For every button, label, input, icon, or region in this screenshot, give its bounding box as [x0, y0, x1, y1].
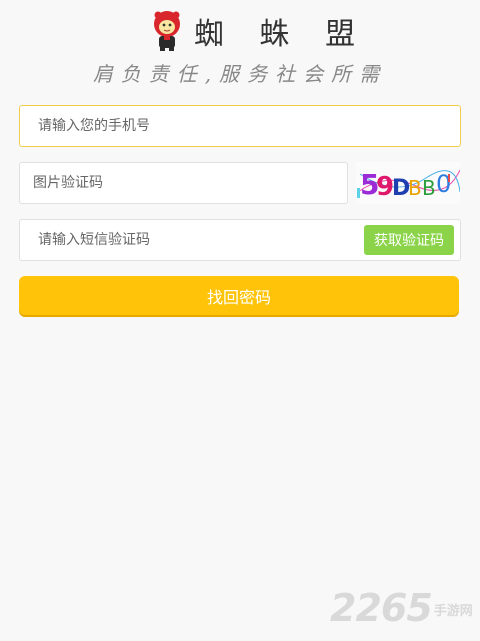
- captcha-graphic: 5 9 D B B 0: [357, 168, 461, 202]
- header: 蜘 蛛 盟 肩负责任,服务社会所需: [0, 0, 480, 100]
- reset-password-button[interactable]: 找回密码: [19, 276, 459, 315]
- sms-code-input[interactable]: [20, 220, 350, 260]
- sms-code-field[interactable]: 获取验证码: [19, 219, 461, 261]
- image-code-field[interactable]: [19, 162, 348, 204]
- watermark-number: 2265: [330, 586, 433, 630]
- watermark: 2265 手游网: [330, 586, 473, 630]
- slogan: 肩负责任,服务社会所需: [92, 62, 388, 86]
- image-code-input[interactable]: [20, 163, 347, 203]
- brand-title: 蜘 蛛 盟: [194, 17, 369, 52]
- spider-mascot-icon: [154, 11, 180, 51]
- watermark-text: 手游网: [433, 603, 473, 619]
- phone-input[interactable]: [20, 106, 460, 146]
- captcha-image[interactable]: 5 9 D B B 0: [356, 162, 461, 204]
- svg-text:B: B: [422, 176, 436, 200]
- svg-text:B: B: [408, 176, 422, 200]
- logo: 蜘 蛛 盟: [150, 8, 368, 54]
- phone-field[interactable]: [19, 105, 461, 147]
- get-sms-code-button[interactable]: 获取验证码: [364, 225, 454, 255]
